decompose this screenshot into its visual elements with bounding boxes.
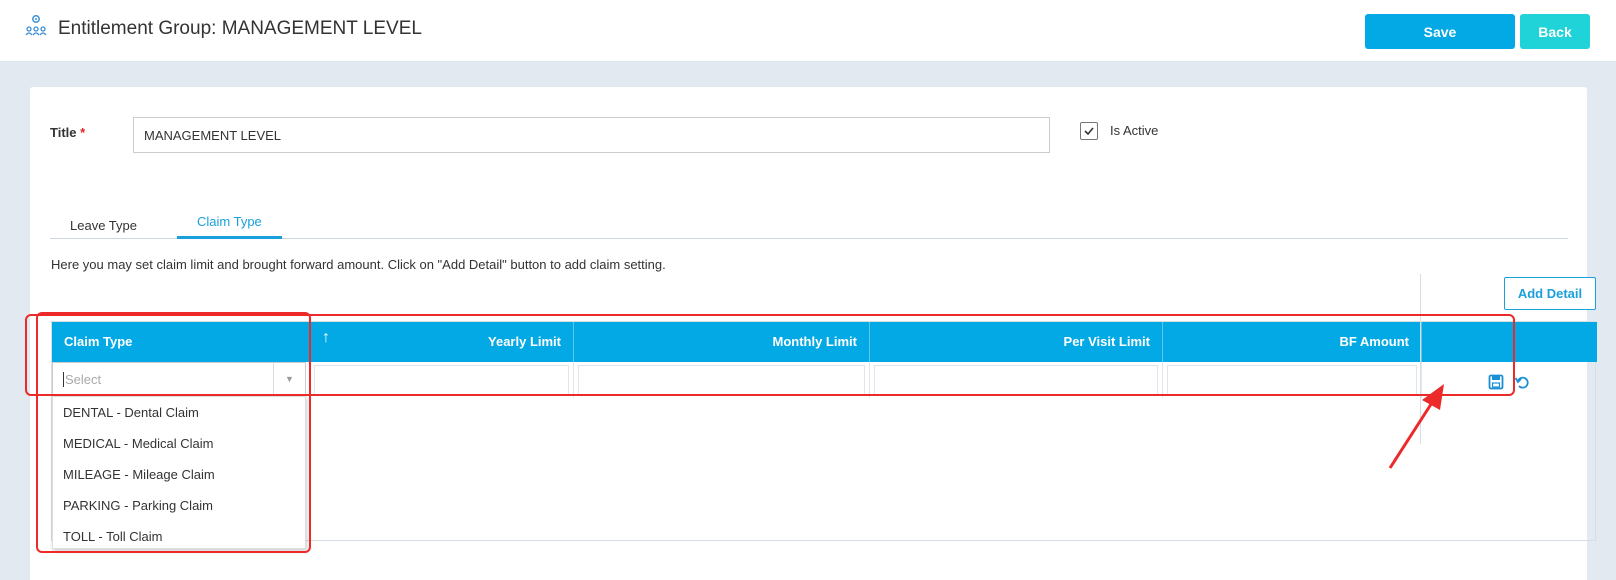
tab-bar: Leave Type Claim Type <box>50 205 1568 239</box>
dropdown-option-medical[interactable]: MEDICAL - Medical Claim <box>53 428 305 459</box>
dropdown-option-parking[interactable]: PARKING - Parking Claim <box>53 490 305 521</box>
dropdown-option-toll[interactable]: TOLL - Toll Claim <box>53 521 305 552</box>
help-text: Here you may set claim limit and brought… <box>51 257 666 272</box>
dropdown-option-mileage[interactable]: MILEAGE - Mileage Claim <box>53 459 305 490</box>
save-row-icon[interactable] <box>1488 374 1504 390</box>
claim-type-dropdown: DENTAL - Dental Claim MEDICAL - Medical … <box>52 396 306 549</box>
back-button[interactable]: Back <box>1520 14 1590 49</box>
undo-icon[interactable] <box>1514 374 1530 390</box>
chevron-down-icon[interactable]: ▼ <box>273 363 305 395</box>
column-bf-amount[interactable]: BF Amount <box>1163 322 1422 362</box>
title-label: Title * <box>50 125 85 140</box>
per-visit-limit-cell <box>870 362 1163 398</box>
column-actions <box>1422 322 1595 362</box>
check-icon <box>1084 127 1094 136</box>
annotation-arrow-icon <box>1388 384 1444 469</box>
claim-type-placeholder: Select <box>63 372 102 387</box>
grid-header: Claim Type ↑ Yearly Limit Monthly Limit … <box>52 322 1597 362</box>
column-monthly-limit[interactable]: Monthly Limit <box>574 322 870 362</box>
column-yearly-limit[interactable]: ↑ Yearly Limit <box>310 322 574 362</box>
yearly-limit-input[interactable] <box>314 365 569 395</box>
page-title: Entitlement Group: MANAGEMENT LEVEL <box>58 17 422 39</box>
column-claim-type[interactable]: Claim Type <box>52 322 310 362</box>
sort-arrow-icon: ↑ <box>322 329 330 346</box>
required-mark: * <box>80 125 86 140</box>
tab-claim-type[interactable]: Claim Type <box>177 205 282 239</box>
claim-type-select[interactable]: Select ▼ <box>52 362 306 396</box>
group-settings-icon <box>24 14 48 43</box>
monthly-limit-input[interactable] <box>578 365 865 395</box>
column-yearly-limit-label: Yearly Limit <box>488 334 561 349</box>
per-visit-limit-input[interactable] <box>874 365 1158 395</box>
claim-type-cell: Select ▼ DENTAL - Dental Claim MEDICAL -… <box>52 362 310 549</box>
top-bar: Entitlement Group: MANAGEMENT LEVEL Save… <box>0 0 1616 62</box>
add-detail-button[interactable]: Add Detail <box>1504 277 1596 310</box>
main-card: Title * Is Active Leave Type Claim Type … <box>30 87 1597 580</box>
title-input[interactable] <box>133 117 1050 153</box>
yearly-limit-cell <box>310 362 574 398</box>
is-active-checkbox[interactable] <box>1080 122 1098 140</box>
title-label-text: Title <box>50 125 77 140</box>
claim-grid: Claim Type ↑ Yearly Limit Monthly Limit … <box>51 321 1597 549</box>
is-active-label: Is Active <box>1110 123 1159 138</box>
tab-leave-type[interactable]: Leave Type <box>50 209 157 243</box>
monthly-limit-cell <box>574 362 870 398</box>
header-title-wrap: Entitlement Group: MANAGEMENT LEVEL <box>24 14 422 43</box>
edit-row: Select ▼ DENTAL - Dental Claim MEDICAL -… <box>52 362 1597 549</box>
dropdown-option-dental[interactable]: DENTAL - Dental Claim <box>53 397 305 428</box>
save-button[interactable]: Save <box>1365 14 1515 49</box>
column-per-visit-limit[interactable]: Per Visit Limit <box>870 322 1163 362</box>
